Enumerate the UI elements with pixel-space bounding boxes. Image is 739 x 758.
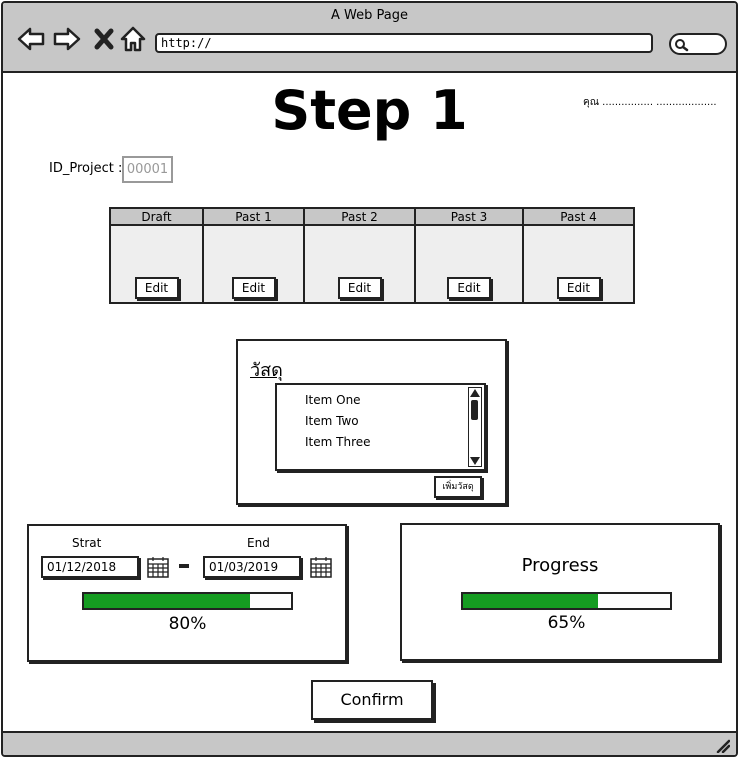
scroll-up-icon[interactable] bbox=[470, 389, 480, 397]
schedule-progress-bar bbox=[82, 592, 293, 610]
phase-header: Draft bbox=[111, 209, 202, 226]
materials-listbox[interactable]: Item One Item Two Item Three bbox=[275, 383, 486, 471]
date-range-dash bbox=[179, 564, 189, 568]
home-icon[interactable] bbox=[119, 25, 147, 53]
page-title: Step 1 bbox=[271, 79, 468, 142]
phase-column-past-4: Past 4 Edit bbox=[524, 209, 633, 302]
project-id-label: ID_Project : bbox=[49, 161, 123, 176]
phase-column-draft: Draft Edit bbox=[111, 209, 204, 302]
search-icon bbox=[675, 39, 689, 52]
forward-arrow-icon[interactable] bbox=[53, 25, 81, 53]
stop-icon[interactable] bbox=[91, 25, 119, 53]
list-item[interactable]: Item Three bbox=[305, 435, 371, 449]
calendar-icon[interactable] bbox=[310, 556, 332, 578]
list-item[interactable]: Item Two bbox=[305, 414, 359, 428]
progress-title: Progress bbox=[521, 555, 599, 576]
overall-progress-bar bbox=[461, 592, 672, 610]
scroll-down-icon[interactable] bbox=[470, 457, 480, 465]
phase-column-past-1: Past 1 Edit bbox=[204, 209, 305, 302]
browser-search-field[interactable] bbox=[669, 33, 727, 55]
start-date-input[interactable]: 01/12/2018 bbox=[41, 556, 139, 578]
edit-past-2-button[interactable]: Edit bbox=[337, 277, 382, 299]
back-arrow-icon[interactable] bbox=[17, 25, 45, 53]
start-date-label: Strat bbox=[72, 536, 102, 550]
window-title: A Web Page bbox=[331, 8, 408, 23]
phase-header: Past 4 bbox=[524, 209, 633, 226]
list-item[interactable]: Item One bbox=[305, 393, 361, 407]
project-id-field[interactable]: 00001 bbox=[122, 156, 173, 183]
progress-fill bbox=[84, 594, 250, 608]
end-date-input[interactable]: 01/03/2019 bbox=[203, 556, 301, 578]
phase-column-past-3: Past 3 Edit bbox=[416, 209, 524, 302]
progress-panel: Progress 65% bbox=[400, 523, 720, 661]
status-bar bbox=[3, 731, 736, 755]
browser-window: A Web Page http:// Step 1 คุณ ..........… bbox=[1, 1, 738, 757]
edit-past-4-button[interactable]: Edit bbox=[556, 277, 601, 299]
edit-past-3-button[interactable]: Edit bbox=[447, 277, 491, 299]
progress-fill bbox=[463, 594, 598, 608]
materials-panel: วัสดุ Item One Item Two Item Three เพิ่ม… bbox=[236, 339, 507, 505]
phase-header: Past 2 bbox=[305, 209, 414, 226]
browser-titlebar: A Web Page http:// bbox=[3, 3, 736, 73]
confirm-button[interactable]: Confirm bbox=[311, 680, 433, 720]
phase-header: Past 1 bbox=[204, 209, 303, 226]
edit-draft-button[interactable]: Edit bbox=[134, 277, 179, 299]
calendar-icon[interactable] bbox=[147, 556, 169, 578]
listbox-scrollbar[interactable] bbox=[468, 387, 482, 467]
edit-past-1-button[interactable]: Edit bbox=[231, 277, 276, 299]
materials-title: วัสดุ bbox=[250, 360, 283, 381]
schedule-panel: Strat End 01/12/2018 01/03/2019 80% bbox=[27, 524, 347, 662]
schedule-progress-text: 80% bbox=[168, 614, 207, 634]
scroll-thumb[interactable] bbox=[471, 400, 478, 420]
address-bar[interactable]: http:// bbox=[155, 33, 653, 53]
overall-progress-text: 65% bbox=[547, 613, 586, 633]
end-date-label: End bbox=[247, 536, 270, 550]
phase-column-past-2: Past 2 Edit bbox=[305, 209, 416, 302]
add-material-button[interactable]: เพิ่มวัสดุ bbox=[434, 476, 482, 498]
phase-table: Draft Edit Past 1 Edit Past 2 Edit Past … bbox=[109, 207, 635, 304]
user-name-line: คุณ ................ ................... bbox=[583, 97, 717, 108]
phase-header: Past 3 bbox=[416, 209, 522, 226]
resize-grip-icon[interactable] bbox=[716, 739, 730, 753]
